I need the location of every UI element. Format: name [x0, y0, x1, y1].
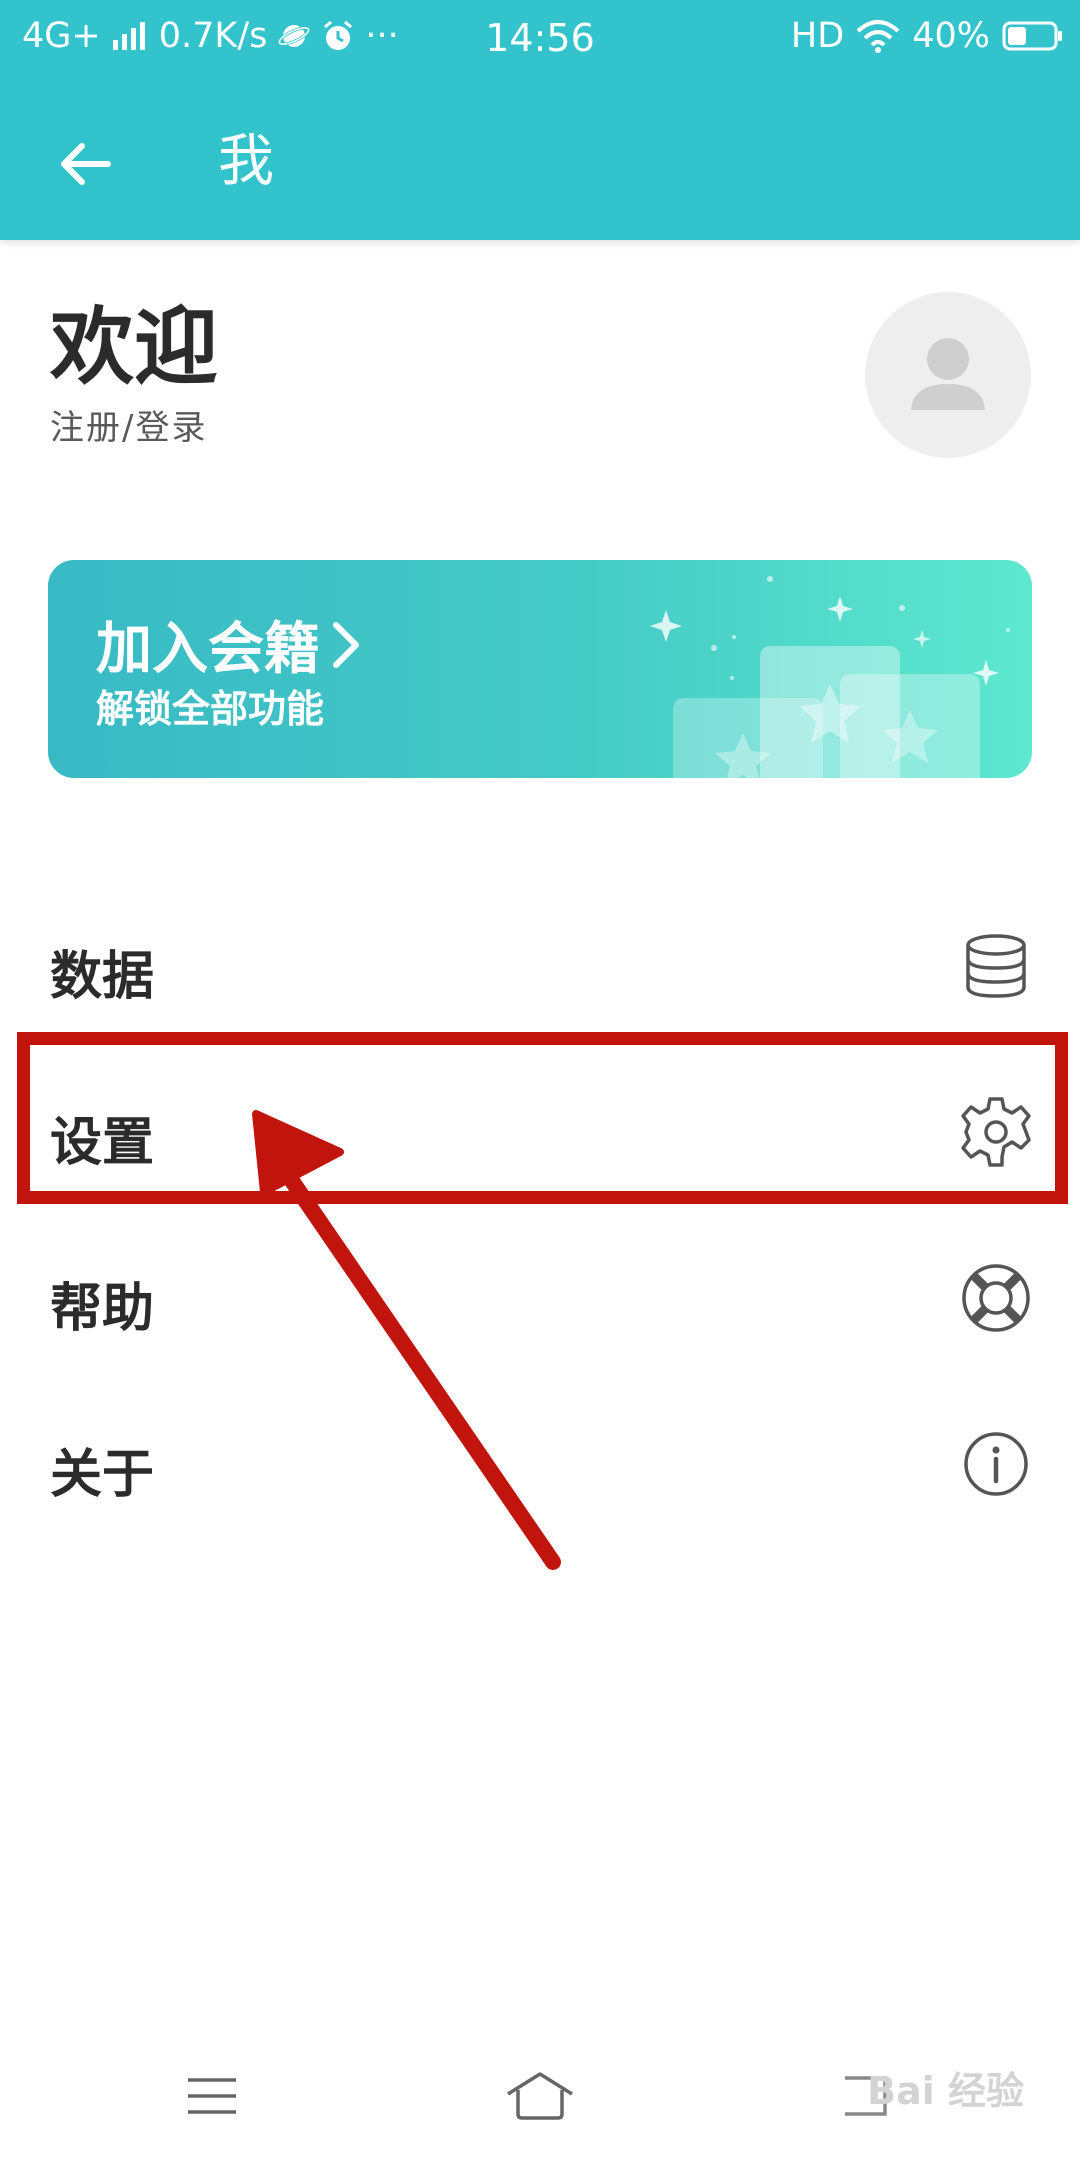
toolbar: 我 — [0, 110, 1080, 210]
register-login-link[interactable]: 注册/登录 — [50, 400, 207, 449]
banner-title-text: 加入会籍 — [96, 617, 320, 682]
battery-icon — [1002, 20, 1064, 52]
battery-percent: 40% — [912, 16, 990, 56]
welcome-heading: 欢迎 — [50, 298, 219, 396]
status-right: HD 40% — [791, 16, 1064, 56]
info-icon — [956, 1424, 1036, 1504]
watermark: Bai 经验 — [867, 2069, 1024, 2113]
status-bar: 4G+ 0.7K/s ··· 14:56 HD 40% — [0, 0, 1080, 76]
app-header: 4G+ 0.7K/s ··· 14:56 HD 40% 我 — [0, 0, 1080, 240]
hamburger-icon — [188, 2078, 236, 2114]
menu-item-about[interactable]: 关于 — [0, 1388, 1080, 1538]
user-avatar-icon — [911, 338, 985, 410]
highlight-box — [17, 1032, 1068, 1204]
back-button[interactable] — [48, 128, 120, 200]
hd-indicator: HD — [790, 16, 845, 56]
wifi-icon — [856, 19, 900, 53]
menu-item-data[interactable]: 数据 — [0, 890, 1080, 1040]
menu-item-label: 帮助 — [50, 1279, 155, 1339]
menu-item-label: 关于 — [50, 1445, 155, 1505]
database-icon — [956, 926, 1036, 1006]
chevron-right-icon — [333, 621, 359, 668]
home-icon — [507, 2072, 573, 2120]
menu-item-help[interactable]: 帮助 — [0, 1222, 1080, 1372]
menu-item-label: 数据 — [50, 947, 155, 1007]
page-title: 我 — [218, 129, 274, 194]
avatar[interactable] — [865, 292, 1031, 458]
menu-nav-button[interactable] — [167, 2060, 257, 2132]
banner-subtitle: 解锁全部功能 — [96, 687, 325, 731]
arrow-left-icon — [61, 143, 111, 185]
membership-banner[interactable]: 加入会籍 解锁全部功能 — [48, 560, 1032, 778]
home-nav-button[interactable] — [495, 2060, 585, 2132]
banner-title: 加入会籍 — [96, 604, 364, 685]
lifebuoy-icon — [956, 1258, 1036, 1338]
